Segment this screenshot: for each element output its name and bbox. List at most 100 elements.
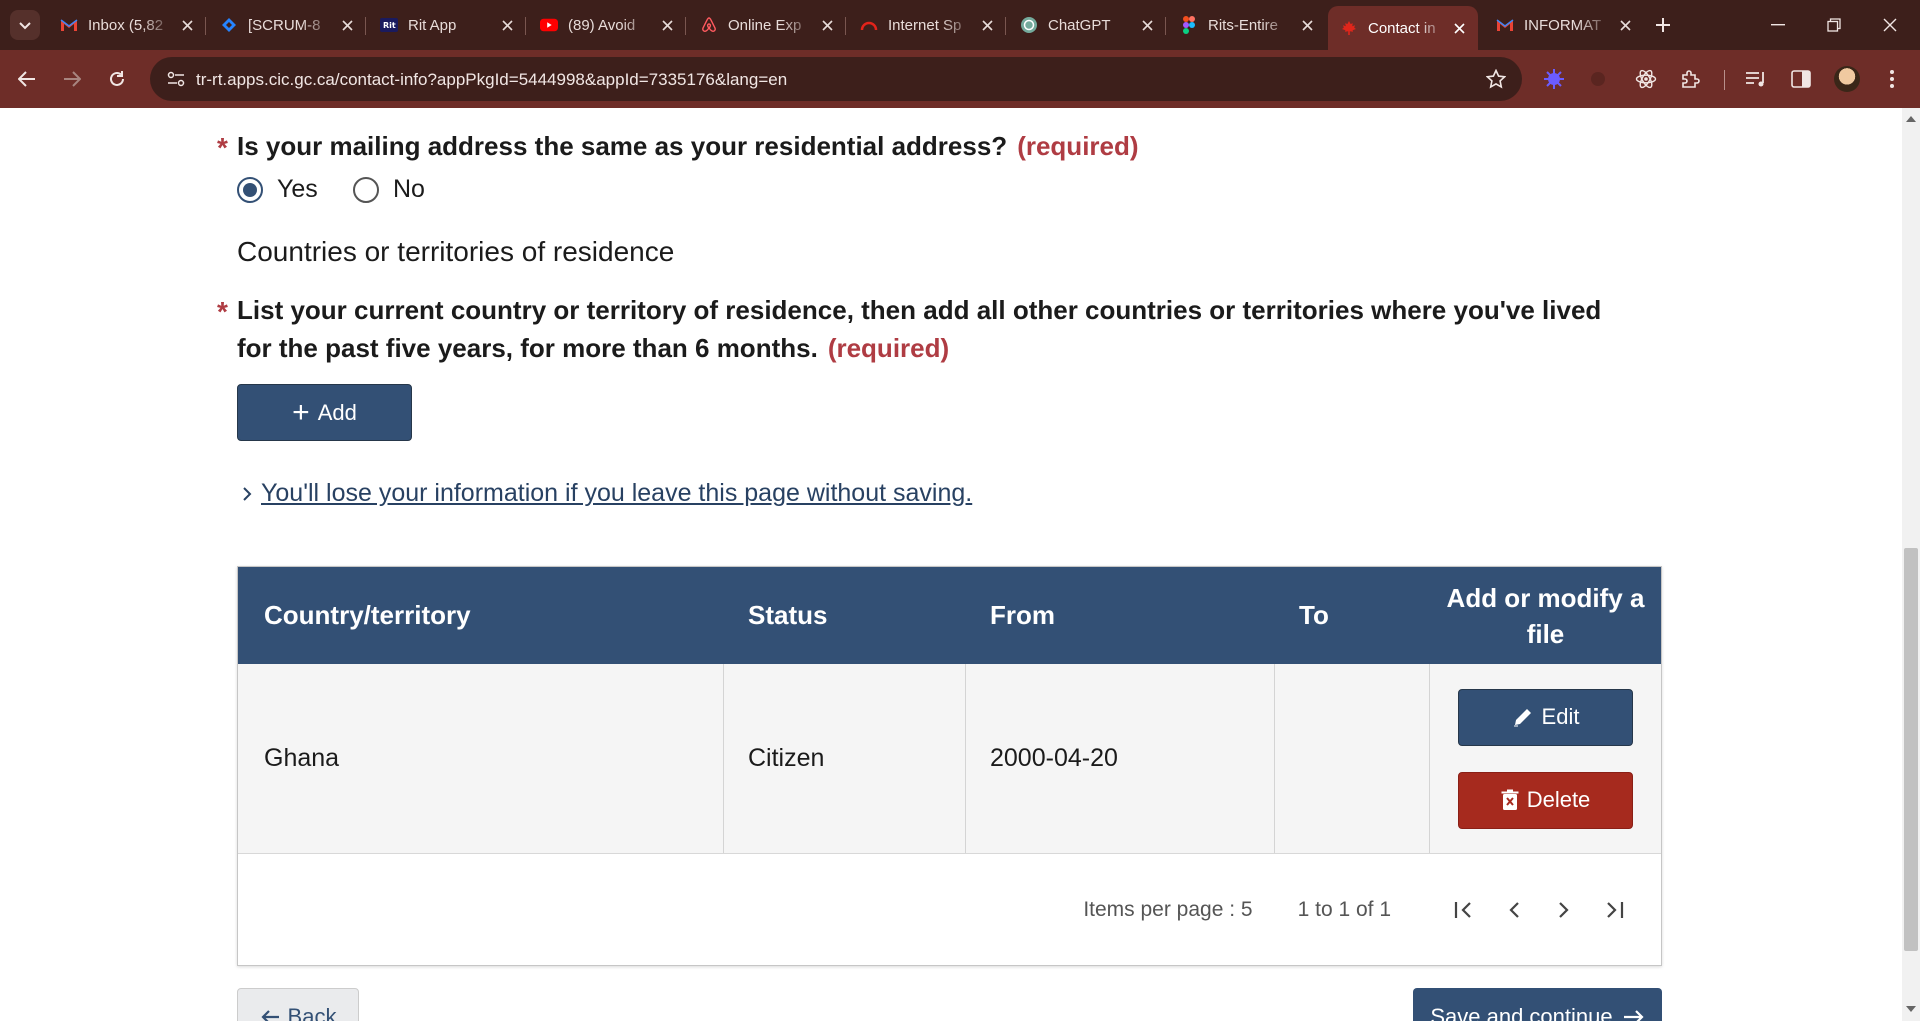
tab-gmail-information[interactable]: INFORMAT — [1484, 6, 1644, 44]
arrow-right-icon — [1623, 1009, 1644, 1021]
radio-button-unchecked[interactable] — [353, 176, 379, 203]
radio-option-no[interactable]: No — [353, 175, 425, 204]
browser-tab-strip: Inbox (5,82 [SCRUM-8 Rit Rit App (89) Av… — [0, 0, 1920, 50]
plus-icon — [1656, 18, 1670, 32]
back-nav-button[interactable] — [11, 63, 43, 95]
browser-menu-icon[interactable] — [1878, 65, 1906, 93]
profile-avatar[interactable] — [1834, 66, 1860, 92]
page-viewport: * Is your mailing address the same as yo… — [0, 108, 1902, 1021]
tab-gmail-inbox[interactable]: Inbox (5,82 — [48, 6, 206, 44]
next-page-button[interactable] — [1539, 890, 1589, 930]
save-button-label: Save and continue — [1430, 1003, 1613, 1021]
url-text[interactable]: tr-rt.apps.cic.gc.ca/contact-info?appPkg… — [196, 70, 787, 90]
table-row: Ghana Citizen 2000-04-20 Edit Delete — [238, 664, 1661, 854]
address-bar[interactable]: tr-rt.apps.cic.gc.ca/contact-info?appPkg… — [150, 57, 1522, 101]
close-tab-icon[interactable] — [816, 14, 838, 36]
tab-youtube[interactable]: (89) Avoid — [528, 6, 686, 44]
add-button-label: Add — [317, 399, 357, 425]
delete-button[interactable]: Delete — [1458, 771, 1633, 829]
add-country-button[interactable]: + Add — [237, 384, 412, 441]
side-panel-icon[interactable] — [1787, 65, 1815, 93]
react-devtools-icon[interactable] — [1632, 65, 1660, 93]
cell-from: 2000-04-20 — [966, 664, 1275, 853]
media-controls-icon[interactable] — [1742, 65, 1770, 93]
tab-jira-scrum[interactable]: [SCRUM-8 — [208, 6, 366, 44]
browser-toolbar: tr-rt.apps.cic.gc.ca/contact-info?appPkg… — [0, 50, 1920, 108]
chevron-right-icon — [237, 486, 257, 502]
reload-icon — [110, 71, 124, 86]
close-tab-icon[interactable] — [1296, 14, 1318, 36]
extensions-puzzle-icon[interactable] — [1677, 65, 1705, 93]
back-button-label: Back — [287, 1003, 337, 1021]
tab-title: [SCRUM-8 — [248, 16, 321, 34]
unsaved-warning-details[interactable]: You'll lose your information if you leav… — [237, 479, 972, 508]
tab-title: (89) Avoid — [568, 16, 636, 34]
close-tab-icon[interactable] — [496, 14, 518, 36]
details-summary-link[interactable]: You'll lose your information if you leav… — [261, 479, 972, 508]
close-tab-icon[interactable] — [1614, 14, 1636, 36]
bookmark-star-icon[interactable] — [1484, 67, 1508, 91]
reload-button[interactable] — [101, 63, 133, 95]
cell-actions: Edit Delete — [1430, 664, 1661, 853]
radio-button-checked[interactable] — [237, 176, 263, 203]
restore-icon — [1827, 18, 1841, 32]
airbnb-icon — [700, 16, 718, 34]
pencil-icon — [1512, 706, 1534, 728]
tab-speedtest[interactable]: Internet Sp — [848, 6, 1006, 44]
page-scrollbar[interactable] — [1902, 108, 1920, 1021]
radio-option-yes[interactable]: Yes — [237, 175, 318, 204]
canada-flag-icon — [1340, 19, 1358, 37]
tab-title: Rit App — [408, 16, 457, 34]
column-header-to: To — [1299, 600, 1329, 630]
previous-page-button[interactable] — [1489, 890, 1539, 930]
last-page-button[interactable] — [1589, 890, 1639, 930]
close-tab-icon[interactable] — [976, 14, 998, 36]
minimize-button[interactable] — [1750, 0, 1806, 50]
plus-icon: + — [292, 395, 310, 429]
extension-dark-icon[interactable] — [1584, 65, 1612, 93]
restore-button[interactable] — [1806, 0, 1862, 50]
close-tab-icon[interactable] — [1448, 17, 1470, 39]
section-heading: Countries or territories of residence — [237, 236, 675, 267]
save-and-continue-button[interactable]: Save and continue — [1413, 988, 1662, 1021]
scrollbar-thumb[interactable] — [1904, 548, 1918, 951]
back-button[interactable]: Back — [237, 988, 359, 1021]
tab-title: Online Exp — [728, 16, 802, 34]
tab-title: Contact in — [1368, 19, 1436, 37]
tab-chatgpt[interactable]: ChatGPT — [1008, 6, 1166, 44]
tab-title: ChatGPT — [1048, 16, 1111, 34]
close-tab-icon[interactable] — [336, 14, 358, 36]
table-paginator: Items per page : 5 1 to 1 of 1 — [238, 854, 1661, 965]
speedtest-icon — [860, 16, 878, 34]
forward-nav-button[interactable] — [56, 63, 88, 95]
jira-icon — [220, 16, 238, 34]
site-info-icon[interactable] — [162, 65, 190, 93]
tab-search-button[interactable] — [10, 10, 40, 40]
first-page-button[interactable] — [1439, 890, 1489, 930]
items-per-page-label: Items per page : — [1083, 897, 1236, 921]
radio-label-no: No — [393, 175, 425, 203]
required-label: (required) — [1017, 131, 1139, 161]
required-label: (required) — [827, 333, 950, 363]
extension-purple-icon[interactable] — [1540, 65, 1568, 93]
column-header-country: Country/territory — [264, 600, 471, 630]
tab-figma[interactable]: Rits-Entire — [1168, 6, 1326, 44]
tab-rit-app[interactable]: Rit Rit App — [368, 6, 526, 44]
last-page-icon — [1607, 901, 1624, 918]
edit-button-label: Edit — [1541, 704, 1580, 729]
edit-button[interactable]: Edit — [1458, 688, 1633, 746]
chevron-down-icon — [19, 22, 31, 30]
close-tab-icon[interactable] — [1136, 14, 1158, 36]
close-tab-icon[interactable] — [176, 14, 198, 36]
items-per-page-value[interactable]: 5 — [1241, 898, 1253, 921]
close-window-button[interactable] — [1862, 0, 1918, 50]
tab-title: Internet Sp — [888, 16, 962, 34]
tab-contact-info[interactable]: Contact in — [1328, 6, 1478, 50]
scroll-up-arrow[interactable] — [1906, 116, 1916, 122]
figma-icon — [1180, 16, 1198, 34]
first-page-icon — [1454, 901, 1471, 918]
scroll-down-arrow[interactable] — [1906, 1006, 1916, 1012]
new-tab-button[interactable] — [1650, 12, 1676, 38]
tab-airbnb[interactable]: Online Exp — [688, 6, 846, 44]
close-tab-icon[interactable] — [656, 14, 678, 36]
